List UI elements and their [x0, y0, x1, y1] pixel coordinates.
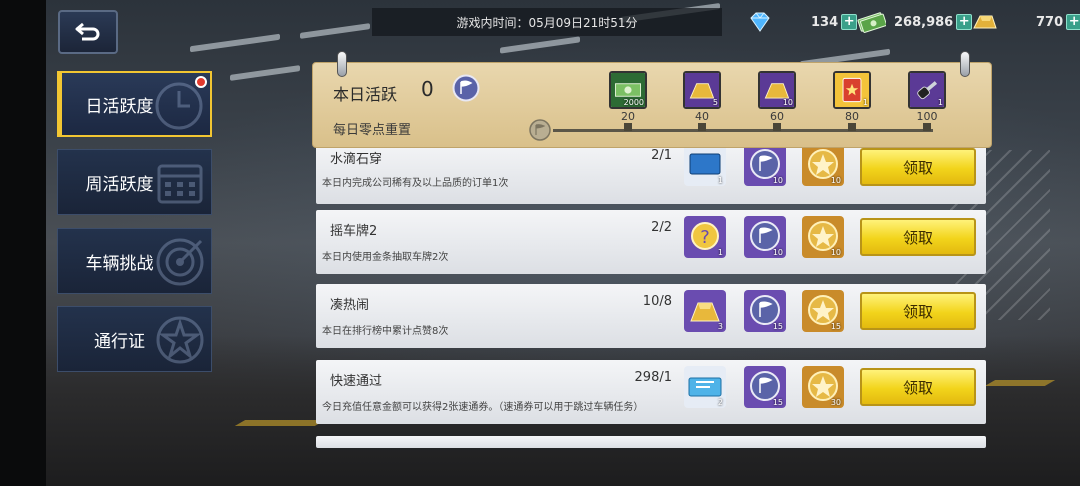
add-gold-button[interactable]: + [1066, 14, 1080, 30]
left-edge-bar [0, 0, 46, 486]
panel-pin [960, 51, 970, 77]
task-progress: 2/1 [651, 148, 672, 163]
milestone-tick [698, 123, 706, 131]
calendar-icon [157, 164, 203, 204]
task-row: 水滴石穿 2/1 本日内完成公司稀有及以上品质的订单1次 1 10 10 领取 [316, 148, 986, 204]
game-time: 游戏内时间：05月09日21时51分 [372, 8, 722, 36]
task-progress: 298/1 [634, 370, 672, 385]
claim-button[interactable]: 领取 [860, 368, 976, 406]
milestone-tick [624, 123, 632, 131]
activity-title: 本日活跃 [333, 85, 398, 104]
milestone-100[interactable]: 1 100 [907, 71, 947, 131]
flag-medal-icon [452, 74, 480, 102]
claim-button[interactable]: 领取 [860, 148, 976, 186]
svg-text:?: ? [700, 227, 710, 248]
flag-medal-icon [529, 119, 551, 141]
gold-currency: 770 + [970, 8, 1080, 36]
task-row: 摇车牌2 2/2 本日内使用金条抽取车牌2次 ? 1 10 10 领取 [316, 210, 986, 274]
milestone-reward: 5 [683, 71, 721, 109]
task-progress: 2/2 [651, 220, 672, 235]
task-description: 本日内使用金条抽取车牌2次 [322, 252, 449, 263]
tab-label: 车辆挑战 [85, 253, 154, 274]
task-description: 今日充值任意金额可以获得2张速通券。（速通券可以用于跳过车辆任务） [322, 402, 644, 413]
reward-item: 1 [684, 148, 726, 186]
tab-vehicle-challenge[interactable]: 车辆挑战 [57, 228, 212, 294]
task-row: 快速通过 298/1 今日充值任意金额可以获得2张速通券。（速通券可以用于跳过车… [316, 360, 986, 424]
milestone-reward: 10 [758, 71, 796, 109]
claim-button[interactable]: 领取 [860, 292, 976, 330]
activity-value: 0 [421, 77, 434, 101]
notification-badge [195, 76, 207, 88]
back-button[interactable] [58, 10, 118, 54]
claim-button[interactable]: 领取 [860, 218, 976, 256]
reward-item: 15 [802, 290, 844, 332]
gold-bar-icon [973, 15, 997, 29]
reward-item: 3 [684, 290, 726, 332]
reward-item: 15 [744, 290, 786, 332]
panel-pin [337, 51, 347, 77]
milestone-points: 60 [770, 110, 784, 123]
tab-label: 通行证 [94, 331, 145, 352]
milestone-points: 100 [916, 110, 938, 123]
milestone-tick [773, 123, 781, 131]
tab-label: 日活跃度 [85, 96, 154, 117]
cash-icon [857, 12, 886, 33]
return-arrow-icon [75, 22, 100, 41]
tab-daily-activity[interactable]: 日活跃度 [57, 71, 212, 137]
diamond-currency: 134 + [745, 8, 858, 36]
tab-weekly-activity[interactable]: 周活跃度 [57, 149, 212, 215]
task-name: 快速通过 [330, 374, 383, 389]
daily-activity-panel: 本日活跃 0 每日零点重置 2000 20 5 40 10 60 1 80 1 … [312, 51, 992, 148]
task-description: 本日内完成公司稀有及以上品质的订单1次 [322, 178, 509, 189]
reset-note: 每日零点重置 [333, 123, 412, 138]
milestone-60[interactable]: 10 60 [757, 71, 797, 131]
task-name: 凑热闹 [330, 298, 370, 313]
reward-item: 10 [744, 148, 786, 186]
reward-item: 10 [744, 216, 786, 258]
milestone-reward: 1 [833, 71, 871, 109]
reward-item: 10 [802, 148, 844, 186]
star-badge-icon [156, 316, 204, 364]
reward-item: ? 1 [684, 216, 726, 258]
cash-value: 268,986 [894, 14, 954, 30]
task-row-partial [316, 436, 986, 448]
cash-currency: 268,986 + [856, 8, 973, 36]
milestone-points: 80 [845, 110, 859, 123]
tab-label: 周活跃度 [85, 174, 154, 195]
diamond-value: 134 [811, 14, 839, 30]
tab-battle-pass[interactable]: 通行证 [57, 306, 212, 372]
task-progress: 10/8 [642, 294, 672, 309]
gold-value: 770 [1036, 14, 1064, 30]
add-diamond-button[interactable]: + [841, 14, 858, 30]
reward-item: 10 [802, 216, 844, 258]
target-icon [156, 238, 204, 286]
milestone-20[interactable]: 2000 20 [608, 71, 648, 131]
milestone-tick [848, 123, 856, 131]
reward-item: 2 [684, 366, 726, 408]
milestone-40[interactable]: 5 40 [682, 71, 722, 131]
milestone-80[interactable]: 1 80 [832, 71, 872, 131]
milestone-points: 20 [621, 110, 635, 123]
task-row: 凑热闹 10/8 本日在排行榜中累计点赞8次 3 15 15 领取 [316, 284, 986, 348]
task-name: 摇车牌2 [330, 224, 378, 239]
diamond-icon [750, 12, 770, 32]
milestone-reward: 2000 [609, 71, 647, 109]
task-description: 本日在排行榜中累计点赞8次 [322, 326, 449, 337]
milestone-points: 40 [695, 110, 709, 123]
reward-item: 30 [802, 366, 844, 408]
task-name: 水滴石穿 [330, 152, 383, 167]
task-list[interactable]: 水滴石穿 2/1 本日内完成公司稀有及以上品质的订单1次 1 10 10 领取 … [316, 148, 986, 486]
milestone-tick [923, 123, 931, 131]
reward-item: 15 [744, 366, 786, 408]
milestone-reward: 1 [908, 71, 946, 109]
